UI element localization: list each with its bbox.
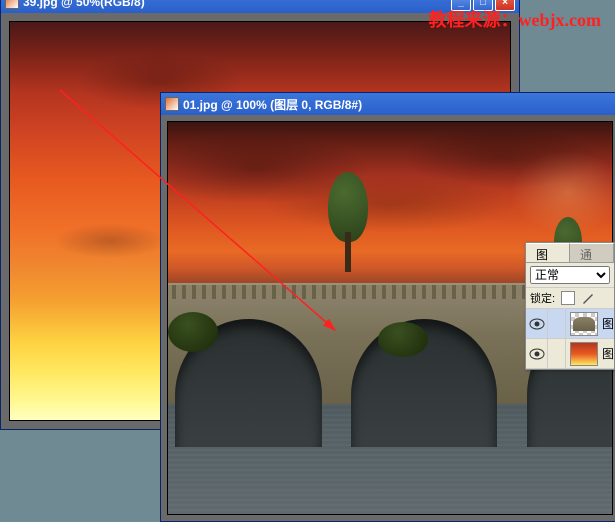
layer-thumbnail[interactable] [570, 342, 598, 366]
doc-icon [5, 0, 19, 9]
watermark-text: 教程来源：webjx.com [429, 6, 601, 32]
layer-name[interactable]: 图 [602, 315, 614, 332]
tree [318, 172, 378, 272]
shrub [168, 312, 218, 352]
doc-icon [165, 97, 179, 111]
shrub [378, 322, 428, 357]
eye-icon [529, 348, 545, 360]
titlebar-2[interactable]: 01.jpg @ 100% (图层 0, RGB/8#) [161, 93, 615, 115]
layer-row-0[interactable]: 图 [526, 339, 614, 369]
blend-mode-row: 正常 [526, 263, 614, 288]
visibility-toggle[interactable] [526, 339, 548, 369]
blend-mode-select[interactable]: 正常 [530, 266, 610, 284]
panel-tabs: 图层 通道 [526, 243, 614, 263]
window-title-2: 01.jpg @ 100% (图层 0, RGB/8#) [183, 96, 615, 113]
layer-name[interactable]: 图 [602, 345, 614, 362]
window-title-1: 39.jpg @ 50%(RGB/8) [23, 0, 451, 9]
layer-thumbnail[interactable] [570, 312, 598, 336]
brush-icon[interactable] [581, 291, 595, 305]
link-column[interactable] [548, 339, 566, 369]
tab-channels[interactable]: 通道 [570, 243, 614, 262]
layer-row-1[interactable]: 图 [526, 309, 614, 339]
tab-layers[interactable]: 图层 [526, 243, 570, 262]
lock-transparency[interactable] [561, 291, 575, 305]
visibility-toggle[interactable] [526, 309, 548, 339]
eye-icon [529, 318, 545, 330]
lock-label: 锁定: [530, 290, 555, 306]
link-column[interactable] [548, 309, 566, 339]
lock-row: 锁定: [526, 288, 614, 309]
layers-panel[interactable]: 图层 通道 正常 锁定: 图 图 [525, 242, 615, 370]
